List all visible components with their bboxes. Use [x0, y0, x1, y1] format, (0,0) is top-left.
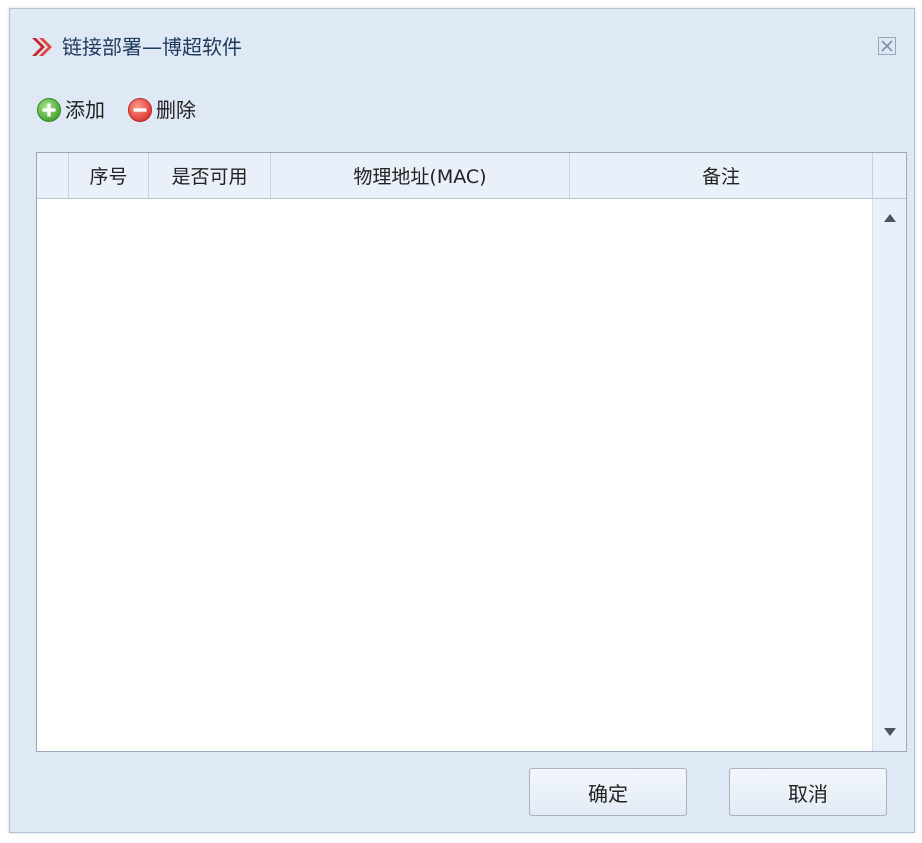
header-enabled[interactable]: 是否可用: [149, 153, 271, 198]
delete-label: 删除: [156, 98, 196, 122]
mac-address-grid: 序号 是否可用 物理地址(MAC) 备注: [36, 152, 907, 752]
title-bar: 链接部署—博超软件: [10, 9, 914, 81]
ok-button[interactable]: 确定: [529, 768, 687, 816]
header-row-indicator[interactable]: [37, 153, 69, 198]
add-button[interactable]: 添加: [36, 96, 105, 124]
add-label: 添加: [65, 98, 105, 122]
header-spacer: [873, 153, 906, 198]
header-mac-address[interactable]: 物理地址(MAC): [271, 153, 570, 198]
grid-header: 序号 是否可用 物理地址(MAC) 备注: [37, 153, 906, 199]
add-icon: [36, 97, 62, 123]
header-remark[interactable]: 备注: [570, 153, 873, 198]
toolbar: 添加 删除: [36, 93, 218, 127]
header-index[interactable]: 序号: [69, 153, 149, 198]
close-icon[interactable]: [876, 35, 898, 57]
logo-icon: [30, 36, 52, 58]
link-deploy-dialog: 链接部署—博超软件 添加 删除 序号 是否可用 物理地址(MAC) 备注 确定 …: [9, 8, 915, 833]
cancel-button[interactable]: 取消: [729, 768, 887, 816]
grid-body[interactable]: [37, 199, 872, 751]
arrow-up-icon: [884, 214, 896, 222]
arrow-down-icon: [884, 728, 896, 736]
scroll-up-button[interactable]: [873, 205, 907, 231]
delete-button[interactable]: 删除: [127, 96, 196, 124]
delete-icon: [127, 97, 153, 123]
window-title: 链接部署—博超软件: [62, 35, 242, 59]
vertical-scrollbar[interactable]: [872, 199, 906, 751]
scroll-down-button[interactable]: [873, 719, 907, 745]
